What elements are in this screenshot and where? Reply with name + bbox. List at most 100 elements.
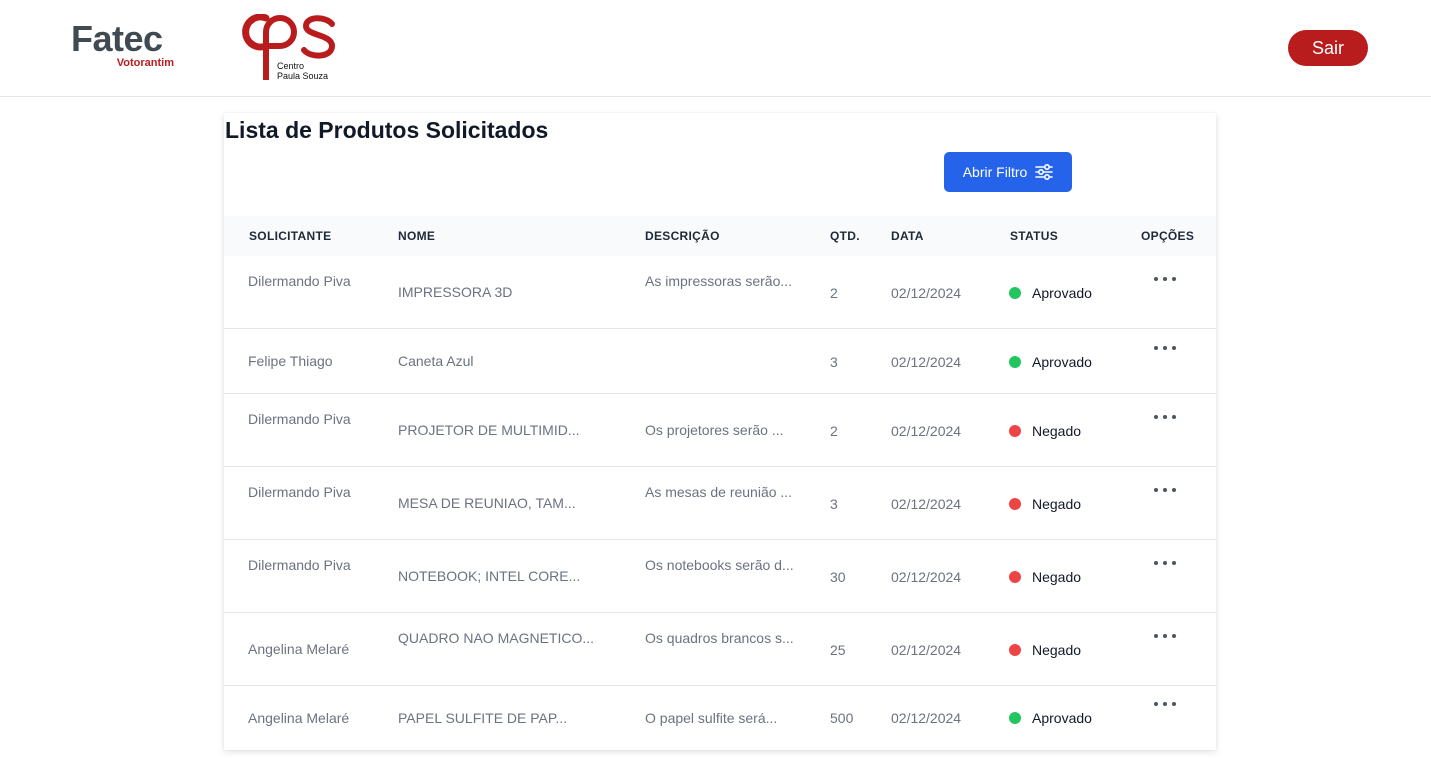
- cps-logo: Centro Paula Souza: [236, 14, 336, 84]
- cell-nome: PROJETOR DE MULTIMID...: [398, 422, 580, 438]
- cell-solicitante: Angelina Melaré: [248, 641, 350, 657]
- page-title: Lista de Produtos Solicitados: [225, 117, 549, 143]
- cell-data: 02/12/2024: [891, 642, 962, 658]
- cell-nome: PAPEL SULFITE DE PAP...: [398, 710, 568, 726]
- cell-status: Aprovado: [1009, 283, 1129, 303]
- cell-data: 02/12/2024: [891, 496, 962, 512]
- top-header: Fatec Votorantim Centro Paula Souza Sair: [0, 0, 1431, 97]
- status-label: Negado: [1032, 496, 1082, 512]
- status-label: Negado: [1032, 642, 1082, 658]
- more-options-dot: [1163, 702, 1167, 706]
- cps-logo-caption: Centro Paula Souza: [277, 61, 328, 81]
- more-options-dot: [1154, 702, 1158, 706]
- table-row: Dilermando Piva NOTEBOOK; INTEL CORE... Os…: [224, 540, 1216, 613]
- open-filter-label: Abrir Filtro: [962, 164, 1028, 180]
- column-header-nome: NOME: [398, 229, 436, 243]
- more-options-icon[interactable]: [1154, 488, 1176, 494]
- more-options-dot: [1163, 561, 1167, 565]
- cell-qtd: 3: [830, 354, 838, 370]
- more-options-dot: [1154, 488, 1158, 492]
- logout-button[interactable]: Sair: [1288, 30, 1368, 66]
- table-row: Dilermando Piva PROJETOR DE MULTIMID... Os…: [224, 394, 1216, 467]
- column-header-descricao: DESCRIÇÃO: [645, 229, 720, 243]
- more-options-dot: [1172, 702, 1176, 706]
- table-row: Dilermando Piva MESA DE REUNIAO, TAM... As…: [224, 467, 1216, 540]
- cell-data: 02/12/2024: [891, 354, 962, 370]
- more-options-dot: [1172, 561, 1176, 565]
- more-options-icon[interactable]: [1154, 415, 1176, 421]
- more-options-icon[interactable]: [1154, 634, 1176, 640]
- cell-qtd: 500: [830, 710, 854, 726]
- more-options-dot: [1163, 346, 1167, 350]
- more-options-dot: [1163, 634, 1167, 638]
- cps-logo-line1: Centro: [277, 61, 305, 71]
- cps-logo-line2: Paula Souza: [277, 71, 329, 81]
- column-header-status: STATUS: [1010, 229, 1059, 243]
- cell-solicitante: Dilermando Piva: [248, 273, 351, 289]
- cell-qtd: 3: [830, 496, 838, 512]
- cell-solicitante: Felipe Thiago: [248, 353, 333, 369]
- table-header: SOLICITANTE NOME DESCRIÇÃO QTD. DATA STA…: [224, 216, 1216, 256]
- fatec-logo-name: Fatec: [71, 18, 163, 59]
- more-options-dot: [1172, 346, 1176, 350]
- cell-data: 02/12/2024: [891, 710, 962, 726]
- cell-qtd: 30: [830, 569, 846, 585]
- cell-descricao: As mesas de reunião ...: [645, 484, 793, 500]
- more-options-icon[interactable]: [1154, 277, 1176, 283]
- column-header-opcoes: OPÇÕES: [1141, 229, 1195, 243]
- cell-solicitante: Dilermando Piva: [248, 411, 351, 427]
- cell-descricao: As impressoras serão...: [645, 273, 793, 289]
- status-dot-icon: [1009, 712, 1021, 724]
- cell-qtd: 25: [830, 642, 846, 658]
- table-row: Dilermando Piva IMPRESSORA 3D As impressor…: [224, 256, 1216, 329]
- more-options-dot: [1172, 488, 1176, 492]
- cell-descricao: Os notebooks serão d...: [645, 557, 794, 573]
- cell-nome: NOTEBOOK; INTEL CORE...: [398, 568, 581, 584]
- column-header-solicitante: SOLICITANTE: [249, 229, 332, 243]
- status-label: Negado: [1032, 569, 1082, 585]
- more-options-dot: [1154, 415, 1158, 419]
- cell-data: 02/12/2024: [891, 285, 962, 301]
- status-label: Aprovado: [1032, 710, 1092, 726]
- fatec-logo-subtitle: Votorantim: [116, 57, 174, 69]
- sliders-icon: [1035, 164, 1054, 180]
- table-row: Angelina Melaré PAPEL SULFITE DE PAP... O …: [224, 686, 1216, 750]
- cell-descricao: Os projetores serão ...: [645, 422, 784, 438]
- status-dot-icon: [1009, 425, 1021, 437]
- open-filter-button[interactable]: Abrir Filtro: [944, 152, 1072, 192]
- status-dot-icon: [1009, 287, 1021, 299]
- cell-data: 02/12/2024: [891, 569, 962, 585]
- status-label: Negado: [1032, 423, 1082, 439]
- more-options-icon[interactable]: [1154, 346, 1176, 352]
- cell-status: Negado: [1009, 640, 1129, 660]
- status-dot-icon: [1009, 644, 1021, 656]
- cell-descricao: O papel sulfite será...: [645, 710, 778, 726]
- cell-status: Negado: [1009, 421, 1129, 441]
- table-row: Angelina Melaré QUADRO NAO MAGNETICO... Os…: [224, 613, 1216, 686]
- cell-solicitante: Dilermando Piva: [248, 557, 351, 573]
- more-options-dot: [1163, 277, 1167, 281]
- cell-solicitante: Dilermando Piva: [248, 484, 351, 500]
- cell-nome: QUADRO NAO MAGNETICO...: [398, 630, 595, 646]
- column-header-qtd: QTD.: [830, 229, 860, 243]
- cell-nome: MESA DE REUNIAO, TAM...: [398, 495, 576, 511]
- cell-status: Negado: [1009, 567, 1129, 587]
- column-header-data: DATA: [891, 229, 924, 243]
- cell-status: Aprovado: [1009, 708, 1129, 728]
- cell-solicitante: Angelina Melaré: [248, 710, 350, 726]
- more-options-dot: [1154, 561, 1158, 565]
- more-options-dot: [1172, 415, 1176, 419]
- status-label: Aprovado: [1032, 354, 1092, 370]
- more-options-dot: [1154, 277, 1158, 281]
- fatec-logo: Fatec Votorantim: [71, 20, 181, 70]
- table-row: Felipe Thiago Caneta Azul 3 02/12/2024 Aprov…: [224, 329, 1216, 394]
- status-dot-icon: [1009, 571, 1021, 583]
- status-dot-icon: [1009, 356, 1021, 368]
- cell-data: 02/12/2024: [891, 423, 962, 439]
- more-options-dot: [1172, 277, 1176, 281]
- cell-nome: IMPRESSORA 3D: [398, 284, 513, 300]
- more-options-icon[interactable]: [1154, 702, 1176, 708]
- cell-status: Negado: [1009, 494, 1129, 514]
- more-options-icon[interactable]: [1154, 561, 1176, 567]
- cell-qtd: 2: [830, 423, 838, 439]
